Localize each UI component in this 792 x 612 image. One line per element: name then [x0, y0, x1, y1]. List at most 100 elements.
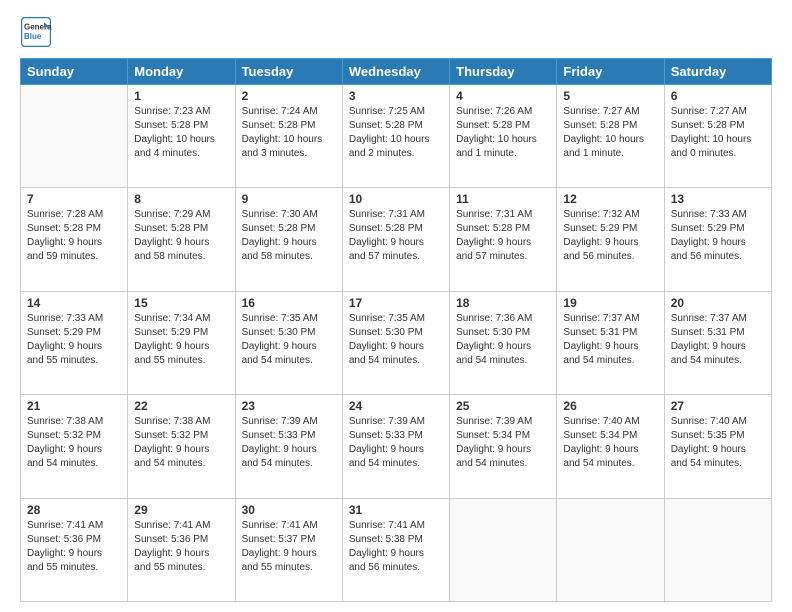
- calendar-cell: 9Sunrise: 7:30 AM Sunset: 5:28 PM Daylig…: [235, 188, 342, 291]
- day-info: Sunrise: 7:35 AM Sunset: 5:30 PM Dayligh…: [242, 312, 336, 368]
- day-number: 9: [242, 192, 336, 206]
- weekday-header-monday: Monday: [128, 59, 235, 85]
- calendar-cell: 26Sunrise: 7:40 AM Sunset: 5:34 PM Dayli…: [557, 395, 664, 498]
- weekday-header-friday: Friday: [557, 59, 664, 85]
- calendar-cell: [664, 498, 771, 601]
- calendar-cell: 18 Sunrise: 7:36 AM Sunset: 5:30 PM Dayli…: [450, 291, 557, 394]
- calendar-cell: 4 Sunrise: 7:26 AM Sunset: 5:28 PM Daylig…: [450, 85, 557, 188]
- calendar-cell: 6 Sunrise: 7:27 AM Sunset: 5:28 PM Daylig…: [664, 85, 771, 188]
- day-info: Sunrise: 7:24 AM Sunset: 5:28 PM Dayligh…: [242, 105, 336, 161]
- day-number: 8: [134, 192, 228, 206]
- day-info: Sunrise: 7:41 AM Sunset: 5:37 PM Dayligh…: [242, 519, 336, 575]
- day-info: Sunrise: 7:31 AM Sunset: 5:28 PM Dayligh…: [456, 208, 550, 264]
- calendar-cell: 25Sunrise: 7:39 AM Sunset: 5:34 PM Dayli…: [450, 395, 557, 498]
- day-info: Sunrise: 7:23 AM Sunset: 5:28 PM Dayligh…: [134, 105, 228, 161]
- day-info: Sunrise: 7:40 AM Sunset: 5:34 PM Dayligh…: [563, 415, 657, 471]
- day-number: 29: [134, 503, 228, 517]
- day-info: Sunrise: 7:29 AM Sunset: 5:28 PM Dayligh…: [134, 208, 228, 264]
- day-number: 4: [456, 89, 550, 103]
- day-number: 15: [134, 296, 228, 310]
- day-info: Sunrise: 7:33 AM Sunset: 5:29 PM Dayligh…: [27, 312, 121, 368]
- day-number: 25: [456, 399, 550, 413]
- weekday-header-tuesday: Tuesday: [235, 59, 342, 85]
- day-number: 17: [349, 296, 443, 310]
- day-number: 7: [27, 192, 121, 206]
- calendar-cell: 22Sunrise: 7:38 AM Sunset: 5:32 PM Dayli…: [128, 395, 235, 498]
- calendar-cell: 14 Sunrise: 7:33 AM Sunset: 5:29 PM Dayli…: [21, 291, 128, 394]
- calendar-cell: 19Sunrise: 7:37 AM Sunset: 5:31 PM Dayli…: [557, 291, 664, 394]
- day-number: 31: [349, 503, 443, 517]
- day-info: Sunrise: 7:40 AM Sunset: 5:35 PM Dayligh…: [671, 415, 765, 471]
- header: General Blue: [20, 16, 772, 48]
- calendar-cell: 10Sunrise: 7:31 AM Sunset: 5:28 PM Dayli…: [342, 188, 449, 291]
- day-number: 24: [349, 399, 443, 413]
- day-info: Sunrise: 7:35 AM Sunset: 5:30 PM Dayligh…: [349, 312, 443, 368]
- day-info: Sunrise: 7:27 AM Sunset: 5:28 PM Dayligh…: [563, 105, 657, 161]
- day-number: 10: [349, 192, 443, 206]
- weekday-header-sunday: Sunday: [21, 59, 128, 85]
- day-number: 6: [671, 89, 765, 103]
- day-info: Sunrise: 7:41 AM Sunset: 5:36 PM Dayligh…: [27, 519, 121, 575]
- weekday-header-thursday: Thursday: [450, 59, 557, 85]
- day-number: 23: [242, 399, 336, 413]
- day-info: Sunrise: 7:27 AM Sunset: 5:28 PM Dayligh…: [671, 105, 765, 161]
- week-row-2: 7 Sunrise: 7:28 AM Sunset: 5:28 PM Daylig…: [21, 188, 772, 291]
- calendar-cell: 3 Sunrise: 7:25 AM Sunset: 5:28 PM Daylig…: [342, 85, 449, 188]
- calendar-cell: 15 Sunrise: 7:34 AM Sunset: 5:29 PM Dayli…: [128, 291, 235, 394]
- week-row-3: 14 Sunrise: 7:33 AM Sunset: 5:29 PM Dayli…: [21, 291, 772, 394]
- day-number: 28: [27, 503, 121, 517]
- day-info: Sunrise: 7:26 AM Sunset: 5:28 PM Dayligh…: [456, 105, 550, 161]
- day-info: Sunrise: 7:41 AM Sunset: 5:38 PM Dayligh…: [349, 519, 443, 575]
- day-info: Sunrise: 7:39 AM Sunset: 5:33 PM Dayligh…: [242, 415, 336, 471]
- day-number: 18: [456, 296, 550, 310]
- calendar-cell: 30Sunrise: 7:41 AM Sunset: 5:37 PM Dayli…: [235, 498, 342, 601]
- day-number: 11: [456, 192, 550, 206]
- calendar-cell: 23 Sunrise: 7:39 AM Sunset: 5:33 PM Dayli…: [235, 395, 342, 498]
- logo-icon: General Blue: [20, 16, 52, 48]
- day-info: Sunrise: 7:36 AM Sunset: 5:30 PM Dayligh…: [456, 312, 550, 368]
- calendar-cell: 5 Sunrise: 7:27 AM Sunset: 5:28 PM Daylig…: [557, 85, 664, 188]
- day-number: 5: [563, 89, 657, 103]
- day-number: 2: [242, 89, 336, 103]
- calendar-cell: 8 Sunrise: 7:29 AM Sunset: 5:28 PM Daylig…: [128, 188, 235, 291]
- day-number: 1: [134, 89, 228, 103]
- day-number: 13: [671, 192, 765, 206]
- day-number: 12: [563, 192, 657, 206]
- day-info: Sunrise: 7:37 AM Sunset: 5:31 PM Dayligh…: [563, 312, 657, 368]
- calendar-cell: 12Sunrise: 7:32 AM Sunset: 5:29 PM Dayli…: [557, 188, 664, 291]
- weekday-header-wednesday: Wednesday: [342, 59, 449, 85]
- week-row-4: 21 Sunrise: 7:38 AM Sunset: 5:32 PM Dayli…: [21, 395, 772, 498]
- day-number: 3: [349, 89, 443, 103]
- page: General Blue SundayMondayTuesdayWednesda…: [0, 0, 792, 612]
- calendar-cell: 29Sunrise: 7:41 AM Sunset: 5:36 PM Dayli…: [128, 498, 235, 601]
- day-info: Sunrise: 7:37 AM Sunset: 5:31 PM Dayligh…: [671, 312, 765, 368]
- day-number: 20: [671, 296, 765, 310]
- day-number: 21: [27, 399, 121, 413]
- day-info: Sunrise: 7:28 AM Sunset: 5:28 PM Dayligh…: [27, 208, 121, 264]
- calendar-table: SundayMondayTuesdayWednesdayThursdayFrid…: [20, 58, 772, 602]
- logo: General Blue: [20, 16, 52, 48]
- calendar-cell: 11 Sunrise: 7:31 AM Sunset: 5:28 PM Dayli…: [450, 188, 557, 291]
- day-info: Sunrise: 7:34 AM Sunset: 5:29 PM Dayligh…: [134, 312, 228, 368]
- weekday-header-saturday: Saturday: [664, 59, 771, 85]
- day-info: Sunrise: 7:39 AM Sunset: 5:33 PM Dayligh…: [349, 415, 443, 471]
- calendar-cell: 24 Sunrise: 7:39 AM Sunset: 5:33 PM Dayli…: [342, 395, 449, 498]
- calendar-cell: 7 Sunrise: 7:28 AM Sunset: 5:28 PM Daylig…: [21, 188, 128, 291]
- day-info: Sunrise: 7:25 AM Sunset: 5:28 PM Dayligh…: [349, 105, 443, 161]
- calendar-cell: [450, 498, 557, 601]
- calendar-cell: 17 Sunrise: 7:35 AM Sunset: 5:30 PM Dayli…: [342, 291, 449, 394]
- calendar-body: 1 Sunrise: 7:23 AM Sunset: 5:28 PM Daylig…: [21, 85, 772, 602]
- week-row-1: 1 Sunrise: 7:23 AM Sunset: 5:28 PM Daylig…: [21, 85, 772, 188]
- calendar-cell: 1 Sunrise: 7:23 AM Sunset: 5:28 PM Daylig…: [128, 85, 235, 188]
- calendar-cell: 16Sunrise: 7:35 AM Sunset: 5:30 PM Dayli…: [235, 291, 342, 394]
- calendar-cell: 28 Sunrise: 7:41 AM Sunset: 5:36 PM Dayli…: [21, 498, 128, 601]
- day-info: Sunrise: 7:38 AM Sunset: 5:32 PM Dayligh…: [27, 415, 121, 471]
- calendar-cell: 13Sunrise: 7:33 AM Sunset: 5:29 PM Dayli…: [664, 188, 771, 291]
- calendar-header: SundayMondayTuesdayWednesdayThursdayFrid…: [21, 59, 772, 85]
- week-row-5: 28 Sunrise: 7:41 AM Sunset: 5:36 PM Dayli…: [21, 498, 772, 601]
- calendar-cell: [21, 85, 128, 188]
- calendar-cell: 27Sunrise: 7:40 AM Sunset: 5:35 PM Dayli…: [664, 395, 771, 498]
- calendar-cell: 2 Sunrise: 7:24 AM Sunset: 5:28 PM Daylig…: [235, 85, 342, 188]
- day-number: 22: [134, 399, 228, 413]
- day-number: 14: [27, 296, 121, 310]
